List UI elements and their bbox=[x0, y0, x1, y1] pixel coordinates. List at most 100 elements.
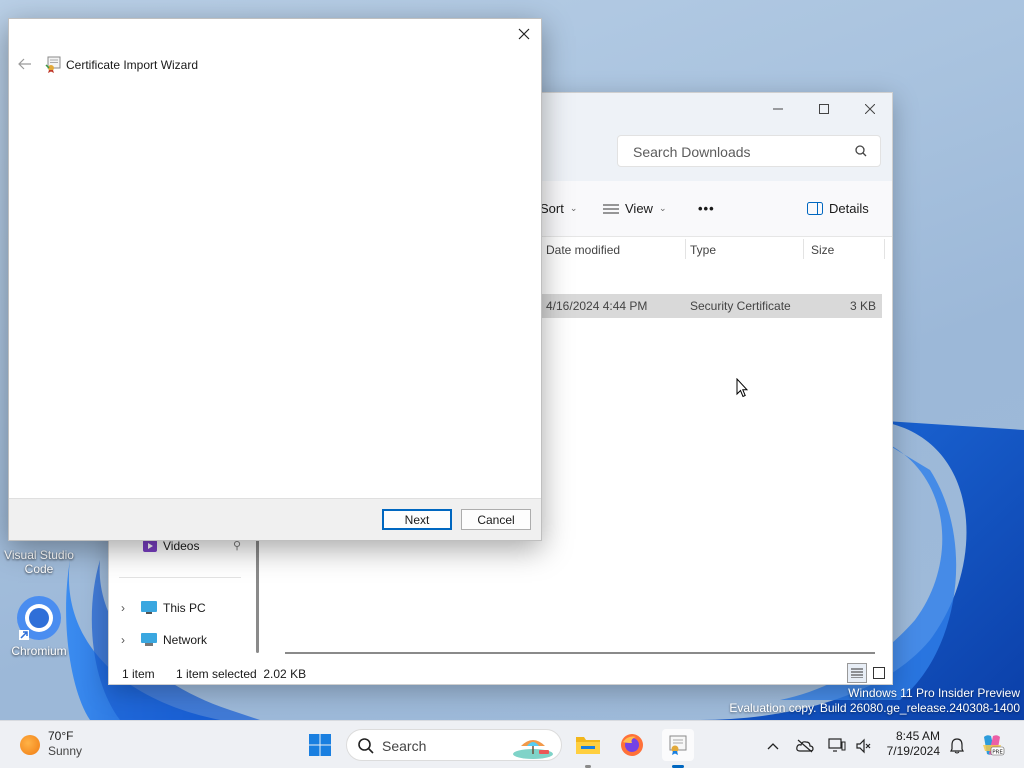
maximize-button[interactable] bbox=[801, 93, 847, 125]
search-placeholder: Search Downloads bbox=[633, 144, 751, 160]
nav-divider bbox=[119, 577, 241, 578]
nav-item-videos[interactable]: Videos bbox=[143, 539, 199, 553]
minimize-button[interactable] bbox=[755, 93, 801, 125]
chromium-icon bbox=[15, 594, 63, 642]
chevron-right-icon[interactable]: › bbox=[121, 633, 135, 647]
nav-item-this-pc[interactable]: › This PC bbox=[121, 601, 206, 615]
copilot-button[interactable]: PRE bbox=[976, 729, 1008, 761]
close-icon bbox=[865, 104, 875, 114]
bell-icon bbox=[950, 738, 964, 754]
firefox-icon bbox=[621, 734, 643, 756]
close-button[interactable] bbox=[847, 93, 893, 125]
this-pc-icon bbox=[141, 601, 157, 614]
sun-icon bbox=[20, 735, 40, 755]
windows-logo-icon bbox=[309, 734, 331, 756]
chevron-right-icon[interactable]: › bbox=[121, 601, 135, 615]
desktop-icon-label: Visual Studio Code bbox=[4, 548, 74, 576]
next-button[interactable]: Next bbox=[382, 509, 452, 530]
nav-label: Network bbox=[163, 633, 208, 647]
details-view-icon bbox=[851, 668, 863, 678]
taskbar-clock[interactable]: 8:45 AM 7/19/2024 bbox=[872, 729, 940, 759]
taskbar-file-explorer[interactable] bbox=[572, 729, 604, 761]
weather-condition: Sunny bbox=[48, 744, 83, 758]
close-icon bbox=[518, 28, 530, 40]
details-pane-icon bbox=[807, 202, 823, 215]
search-highlight-icon bbox=[511, 732, 557, 763]
row-size: 3 KB bbox=[849, 299, 876, 313]
maximize-icon bbox=[819, 104, 829, 114]
wizard-title: Certificate Import Wizard bbox=[66, 58, 199, 72]
cancel-button[interactable]: Cancel bbox=[461, 509, 531, 530]
volume-button[interactable] bbox=[852, 735, 874, 757]
cloud-offline-icon bbox=[796, 739, 814, 753]
weather-temperature: 70°F bbox=[48, 729, 74, 743]
certificate-import-wizard: Certificate Import Wizard Next Cancel bbox=[8, 18, 542, 541]
chevron-down-icon: ⌄ bbox=[569, 203, 578, 213]
column-date-modified[interactable]: Date modified bbox=[546, 240, 620, 260]
network-status-button[interactable] bbox=[826, 735, 848, 757]
details-pane-button[interactable]: Details bbox=[807, 201, 869, 216]
videos-icon bbox=[143, 540, 157, 552]
column-type[interactable]: Type bbox=[690, 240, 716, 260]
search-input[interactable]: Search Downloads bbox=[617, 135, 881, 167]
column-separator[interactable] bbox=[884, 239, 885, 259]
wizard-close-button[interactable] bbox=[509, 21, 539, 47]
evaluation-watermark: Windows 11 Pro Insider Preview Evaluatio… bbox=[729, 686, 1020, 716]
search-icon bbox=[357, 737, 375, 758]
watermark-line1: Windows 11 Pro Insider Preview bbox=[848, 686, 1020, 700]
weather-widget[interactable]: 70°F Sunny bbox=[20, 729, 82, 759]
network-icon bbox=[141, 633, 157, 646]
column-size[interactable]: Size bbox=[811, 240, 834, 260]
watermark-line2: Evaluation copy. Build 26080.ge_release.… bbox=[729, 701, 1020, 715]
clock-time: 8:45 AM bbox=[895, 729, 940, 743]
status-item-count: 1 item bbox=[122, 667, 155, 681]
folder-icon bbox=[576, 737, 600, 754]
details-view-button[interactable] bbox=[847, 663, 867, 683]
column-headers: Date modified Type Size bbox=[539, 237, 892, 267]
nav-item-network[interactable]: › Network bbox=[121, 633, 207, 647]
row-type: Security Certificate bbox=[690, 299, 791, 313]
table-row[interactable]: 4/16/2024 4:44 PM Security Certificate 3… bbox=[539, 294, 882, 318]
back-arrow-icon bbox=[18, 58, 31, 70]
display-network-icon bbox=[828, 738, 846, 752]
tiles-view-button[interactable] bbox=[869, 663, 889, 683]
taskbar-certificate-wizard[interactable] bbox=[662, 729, 694, 761]
row-date-modified: 4/16/2024 4:44 PM bbox=[546, 299, 648, 313]
details-label: Details bbox=[829, 201, 869, 216]
wizard-footer: Next Cancel bbox=[9, 498, 541, 540]
search-icon bbox=[854, 144, 868, 161]
desktop-icon-label: Chromium bbox=[11, 644, 67, 658]
mouse-cursor-icon bbox=[736, 377, 749, 401]
navigation-pane: Videos ⚲ › This PC › Network bbox=[109, 533, 259, 663]
horizontal-scrollbar[interactable] bbox=[285, 652, 875, 654]
speaker-muted-icon bbox=[856, 738, 871, 754]
show-hidden-icons-button[interactable] bbox=[762, 735, 784, 757]
certificate-icon bbox=[45, 55, 63, 73]
taskbar-search-box[interactable]: Search bbox=[346, 729, 562, 761]
tiles-view-icon bbox=[873, 667, 885, 679]
onedrive-status-button[interactable] bbox=[794, 735, 816, 757]
view-button[interactable]: View ⌄ bbox=[603, 201, 667, 216]
svg-text:PRE: PRE bbox=[992, 750, 1003, 756]
taskbar: 70°F Sunny Search 8:45 AM 7/19/2024 PRE bbox=[0, 720, 1024, 768]
nav-scrollbar[interactable] bbox=[256, 533, 259, 653]
status-bar: 1 item 1 item selected 2.02 KB bbox=[109, 663, 892, 685]
notifications-button[interactable] bbox=[946, 735, 968, 757]
minimize-icon bbox=[773, 108, 783, 110]
column-separator[interactable] bbox=[803, 239, 804, 259]
status-selection: 1 item selected 2.02 KB bbox=[176, 667, 307, 681]
taskbar-search-placeholder: Search bbox=[382, 738, 427, 754]
view-label: View bbox=[625, 201, 653, 216]
wizard-back-button[interactable] bbox=[15, 55, 35, 73]
desktop-icon-chromium[interactable]: Chromium bbox=[1, 594, 77, 658]
sort-label: Sort bbox=[540, 201, 564, 216]
chevron-up-icon bbox=[767, 743, 779, 750]
certificate-icon bbox=[669, 735, 687, 755]
more-icon: ••• bbox=[698, 201, 715, 216]
clock-date: 7/19/2024 bbox=[886, 744, 940, 758]
sort-button[interactable]: Sort ⌄ bbox=[540, 201, 577, 216]
taskbar-firefox[interactable] bbox=[616, 729, 648, 761]
start-button[interactable] bbox=[304, 729, 336, 761]
more-options-button[interactable]: ••• bbox=[698, 201, 715, 216]
column-separator[interactable] bbox=[685, 239, 686, 259]
